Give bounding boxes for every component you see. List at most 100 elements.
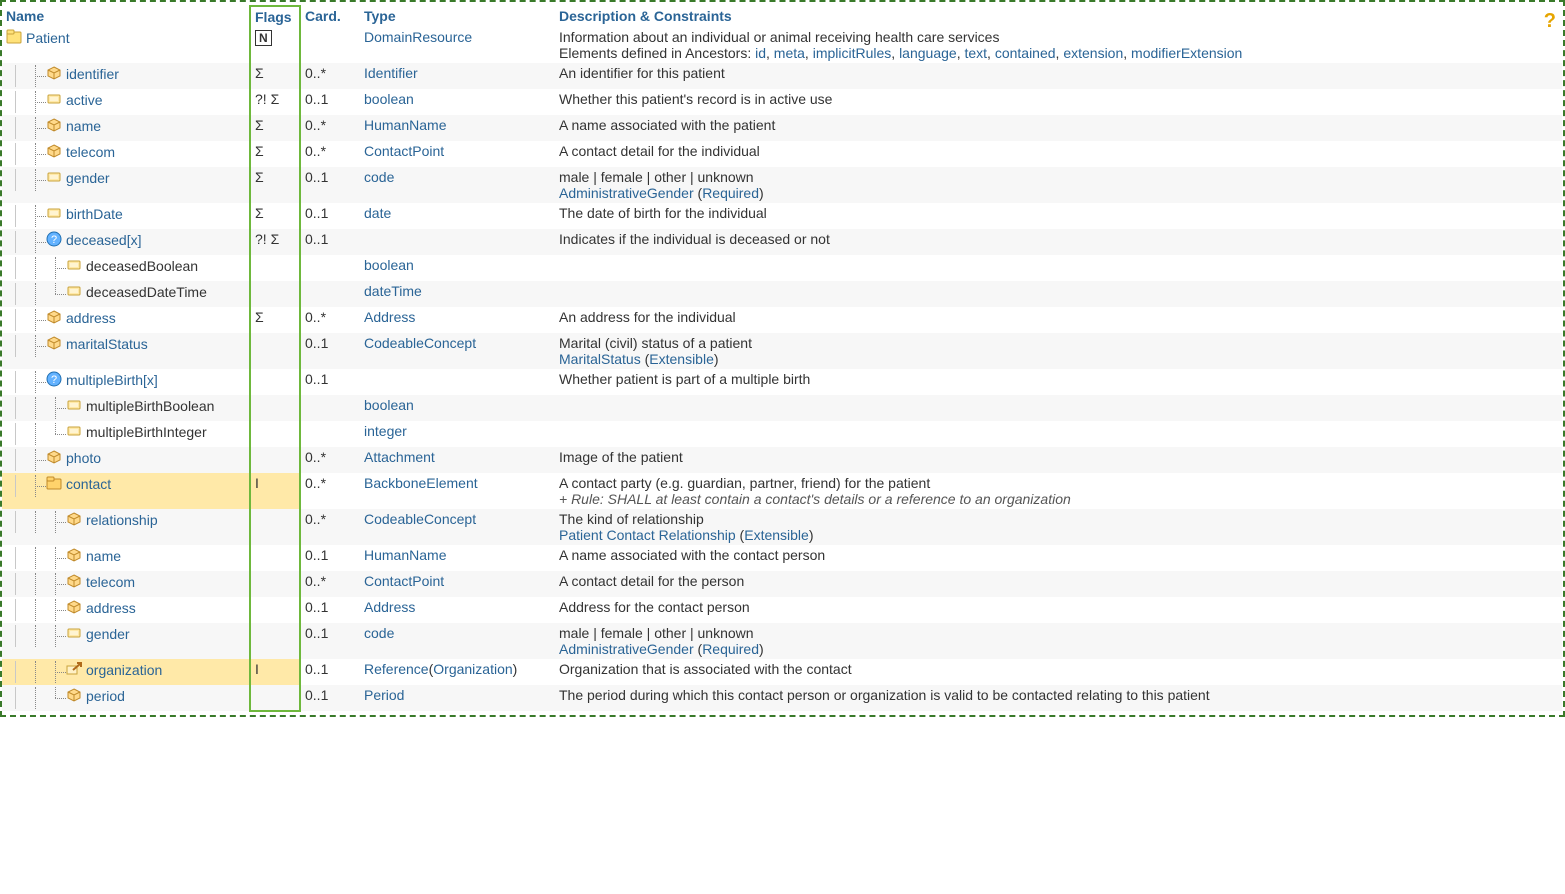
element-name[interactable]: organization [86, 661, 162, 678]
tree-line-icon [6, 169, 26, 191]
datatype-icon [46, 117, 62, 133]
binding-strength-link[interactable]: Required [702, 185, 759, 201]
col-header-card[interactable]: Card. [305, 8, 341, 24]
element-name[interactable]: birthDate [66, 205, 123, 222]
element-name[interactable]: identifier [66, 65, 119, 82]
type-link[interactable]: HumanName [364, 117, 446, 133]
ancestors-label: Elements defined in Ancestors: [559, 45, 755, 61]
type-link[interactable]: ContactPoint [364, 143, 444, 159]
element-name[interactable]: photo [66, 449, 101, 466]
help-icon[interactable]: ? [1544, 10, 1556, 33]
tree-line-icon [26, 397, 46, 419]
ancestor-link[interactable]: modifierExtension [1131, 45, 1242, 61]
element-cardinality: 0..* [305, 573, 326, 589]
col-header-flags[interactable]: Flags [255, 9, 292, 25]
datatype-icon [66, 547, 82, 563]
structure-definition-table: Name Flags Card. Type Description & Cons… [0, 0, 1565, 717]
element-cardinality: 0..1 [305, 599, 328, 615]
col-header-desc[interactable]: Description & Constraints [559, 8, 732, 24]
binding-strength-link[interactable]: Extensible [649, 351, 714, 367]
binding-valueset-link[interactable]: AdministrativeGender [559, 185, 694, 201]
binding-valueset-link[interactable]: AdministrativeGender [559, 641, 694, 657]
tree-line-icon [6, 511, 26, 533]
type-link[interactable]: ContactPoint [364, 573, 444, 589]
element-name[interactable]: active [66, 91, 103, 108]
type-link[interactable]: boolean [364, 257, 414, 273]
type-link[interactable]: CodeableConcept [364, 335, 476, 351]
element-name[interactable]: address [86, 599, 136, 616]
type-link[interactable]: boolean [364, 91, 414, 107]
tree-line-icon [6, 547, 26, 569]
element-cardinality: 0..1 [305, 661, 328, 677]
tree-line-icon [26, 283, 46, 305]
ancestor-link[interactable]: implicitRules [813, 45, 892, 61]
element-name[interactable]: name [66, 117, 101, 134]
element-name[interactable]: telecom [86, 573, 135, 590]
type-link[interactable]: Identifier [364, 65, 418, 81]
type-link[interactable]: HumanName [364, 547, 446, 563]
tree-line-icon [6, 231, 26, 253]
type-link[interactable]: dateTime [364, 283, 422, 299]
datatype-icon [46, 335, 62, 351]
element-flags: Σ [255, 169, 264, 185]
type-link[interactable]: integer [364, 423, 407, 439]
datatype-icon [66, 599, 82, 615]
type-link[interactable]: Period [364, 687, 404, 703]
element-description: The kind of relationship [559, 511, 704, 527]
element-cardinality: 0..* [305, 309, 326, 325]
table-row: maritalStatus0..1CodeableConceptMarital … [2, 333, 1562, 369]
ancestor-link[interactable]: id [755, 45, 766, 61]
type-link[interactable]: CodeableConcept [364, 511, 476, 527]
binding-strength-link[interactable]: Extensible [744, 527, 809, 543]
ancestor-link[interactable]: text [964, 45, 987, 61]
tree-line-icon [26, 511, 46, 533]
element-name[interactable]: address [66, 309, 116, 326]
col-header-name[interactable]: Name [6, 8, 44, 24]
ancestor-link[interactable]: language [899, 45, 957, 61]
ancestor-link[interactable]: extension [1063, 45, 1123, 61]
type-link[interactable]: Address [364, 309, 415, 325]
element-name[interactable]: deceased[x] [66, 231, 142, 248]
table-row: telecom0..*ContactPointA contact detail … [2, 571, 1562, 597]
type-link[interactable]: code [364, 169, 394, 185]
element-flags: I [255, 661, 259, 677]
primitive-icon [46, 91, 62, 107]
type-link[interactable]: code [364, 625, 394, 641]
element-name[interactable]: Patient [26, 29, 70, 46]
type-link[interactable]: Organization [433, 661, 512, 677]
ancestor-link[interactable]: meta [774, 45, 805, 61]
type-link[interactable]: Attachment [364, 449, 435, 465]
table-row: PatientNDomainResourceInformation about … [2, 27, 1562, 63]
type-link[interactable]: date [364, 205, 391, 221]
type-link[interactable]: Address [364, 599, 415, 615]
table-row: relationship0..*CodeableConceptThe kind … [2, 509, 1562, 545]
type-link[interactable]: BackboneElement [364, 475, 478, 491]
element-name[interactable]: period [86, 687, 125, 704]
binding-valueset-link[interactable]: MaritalStatus [559, 351, 641, 367]
binding-strength-link[interactable]: Required [702, 641, 759, 657]
tree-line-icon [6, 599, 26, 621]
element-name[interactable]: contact [66, 475, 111, 492]
element-name[interactable]: maritalStatus [66, 335, 148, 352]
ancestor-link[interactable]: contained [995, 45, 1056, 61]
element-name[interactable]: relationship [86, 511, 158, 528]
element-name[interactable]: gender [66, 169, 110, 186]
element-name[interactable]: multipleBirth[x] [66, 371, 158, 388]
element-name[interactable]: name [86, 547, 121, 564]
col-header-type[interactable]: Type [364, 8, 396, 24]
tree-line-icon [26, 335, 46, 357]
element-name[interactable]: telecom [66, 143, 115, 160]
element-cardinality: 0..* [305, 475, 326, 491]
binding-valueset-link[interactable]: Patient Contact Relationship [559, 527, 736, 543]
tree-line-icon [6, 335, 26, 357]
type-link[interactable]: Reference [364, 661, 429, 677]
element-cardinality: 0..1 [305, 547, 328, 563]
element-description: Organization that is associated with the… [559, 661, 852, 677]
element-name[interactable]: gender [86, 625, 130, 642]
tree-line-icon [26, 231, 46, 253]
type-link[interactable]: DomainResource [364, 29, 472, 45]
tree-line-icon [6, 449, 26, 471]
type-link[interactable]: boolean [364, 397, 414, 413]
tree-line-icon [6, 397, 26, 419]
primitive-icon [46, 169, 62, 185]
